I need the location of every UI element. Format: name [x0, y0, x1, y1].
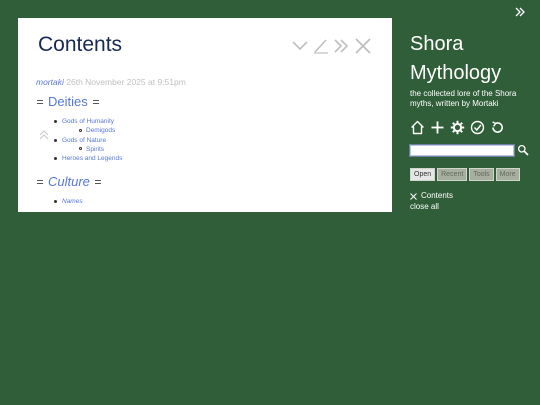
link-gods-of-humanity[interactable]: Gods of Humanity — [62, 118, 114, 125]
toggle-icon[interactable] — [36, 178, 44, 186]
link-demigods[interactable]: Demigods — [86, 127, 115, 134]
sub-list: Spirits — [78, 145, 372, 154]
close-icon[interactable] — [354, 38, 372, 54]
toggle-sidebar-icon[interactable] — [514, 6, 526, 18]
link-heroes-and-legends[interactable]: Heroes and Legends — [62, 155, 122, 162]
tab-open[interactable]: Open — [410, 168, 436, 181]
heading-deities[interactable]: Deities — [36, 94, 372, 109]
tab-tools[interactable]: Tools — [469, 168, 494, 181]
chevron-up-icon[interactable] — [38, 128, 50, 140]
open-tiddlers-list: Contents close all — [410, 191, 532, 212]
site-title-line2: Mythology — [410, 62, 502, 84]
link-names[interactable]: Names — [62, 198, 83, 205]
link-gods-of-nature[interactable]: Gods of Nature — [62, 137, 106, 144]
list-item[interactable]: Spirits — [78, 145, 372, 154]
edit-icon[interactable] — [312, 38, 330, 54]
home-icon[interactable] — [410, 120, 425, 135]
sub-list: Demigods — [78, 126, 372, 135]
tiddler-subtitle: mortaki 26th November 2025 at 9:51pm — [36, 77, 186, 87]
new-tiddler-icon[interactable] — [430, 120, 445, 135]
tab-recent[interactable]: Recent — [437, 168, 468, 181]
tiddler-body: Deities Gods of Humanity Demigods Gods o… — [36, 94, 372, 207]
save-icon[interactable] — [470, 120, 485, 135]
toggle-icon[interactable] — [36, 98, 44, 106]
site-title: Shora Mythology — [410, 30, 532, 88]
link-spirits[interactable]: Spirits — [86, 146, 104, 153]
list-item[interactable]: Gods of Nature Spirits — [52, 136, 372, 155]
heading-text[interactable]: Culture — [48, 174, 90, 189]
tiddlywiki-page: Contents mortaki 26th November 2025 at 9… — [0, 0, 540, 405]
refresh-icon[interactable] — [490, 120, 505, 135]
toggle-icon[interactable] — [92, 98, 100, 106]
close-all-button[interactable]: close all — [410, 201, 532, 212]
site-title-line1: Shora — [410, 33, 464, 55]
tiddler-date: 26th November 2025 at 9:51pm — [66, 77, 186, 87]
chevron-down-icon[interactable] — [291, 38, 309, 54]
close-icon[interactable] — [410, 192, 417, 200]
list-item[interactable]: Gods of Humanity Demigods — [52, 117, 372, 136]
heading-culture[interactable]: Culture — [36, 174, 372, 189]
fold-icon[interactable] — [333, 38, 351, 54]
toggle-icon[interactable] — [94, 178, 102, 186]
list-item[interactable]: Demigods — [78, 126, 372, 135]
list-item[interactable]: Heroes and Legends — [52, 154, 372, 163]
open-item-label[interactable]: Contents — [421, 191, 453, 201]
deities-list: Gods of Humanity Demigods Gods of Nature… — [52, 117, 372, 163]
site-subtitle: the collected lore of the Shora myths, w… — [410, 89, 517, 108]
open-item[interactable]: Contents — [410, 191, 532, 201]
search-input[interactable] — [409, 143, 515, 157]
tiddler-title: Contents — [38, 33, 123, 56]
list-item[interactable]: Names — [52, 197, 372, 206]
page-controls — [410, 120, 532, 135]
search-row — [409, 143, 532, 157]
tab-more[interactable]: More — [495, 168, 520, 181]
settings-icon[interactable] — [450, 120, 465, 135]
tiddler-contents: Contents mortaki 26th November 2025 at 9… — [18, 18, 392, 212]
tiddler-controls — [291, 38, 372, 54]
heading-text[interactable]: Deities — [48, 94, 88, 109]
sidebar-tabs: Open Recent Tools More — [410, 168, 532, 181]
sidebar: Shora Mythology the collected lore of th… — [409, 30, 532, 212]
search-icon[interactable] — [517, 144, 529, 156]
tiddler-modifier[interactable]: mortaki — [36, 77, 64, 87]
culture-list: Names — [52, 197, 372, 206]
